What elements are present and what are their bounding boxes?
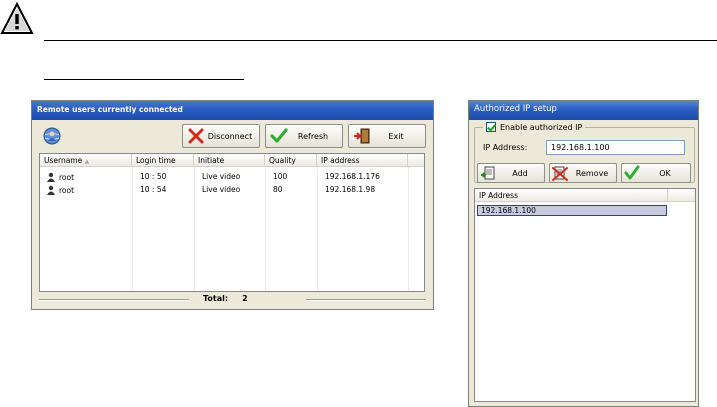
- login-time-cell: 10 : 50: [140, 172, 167, 181]
- remote-users-title: Remote users currently connected: [32, 101, 433, 120]
- exit-button[interactable]: Exit: [348, 124, 426, 148]
- column-login-time[interactable]: Login time: [132, 154, 194, 167]
- ip-address-input[interactable]: 192.168.1.100: [546, 140, 685, 155]
- exit-label: Exit: [388, 131, 404, 141]
- initiate-cell: Live video: [202, 185, 241, 194]
- enable-authorized-ip-label: Enable authorized IP: [500, 122, 583, 132]
- column-username[interactable]: Username ▲: [40, 154, 132, 167]
- table-row[interactable]: root 10 : 50 Live video 100 192.168.1.17…: [40, 171, 424, 183]
- checkbox-checked-icon: [486, 122, 496, 132]
- remove-button[interactable]: Remove: [549, 163, 617, 183]
- ip-address-label: IP Address:: [483, 143, 528, 152]
- enable-authorized-ip-checkbox[interactable]: Enable authorized IP: [483, 122, 586, 132]
- column-initiate[interactable]: Initiate: [194, 154, 265, 167]
- authorized-ip-list[interactable]: IP Address 192.168.1.100: [474, 188, 696, 402]
- remote-users-window: Remote users currently connected Disconn…: [31, 100, 434, 310]
- add-button[interactable]: Add: [477, 163, 545, 183]
- add-icon: [481, 166, 495, 180]
- ip-address-cell: 192.168.1.176: [325, 172, 380, 181]
- refresh-button[interactable]: Refresh: [265, 124, 343, 148]
- authorized-ip-window: Authorized IP setup Enable authorized IP…: [468, 100, 699, 407]
- ok-check-icon: [624, 165, 640, 180]
- authorized-ip-title: Authorized IP setup: [469, 101, 698, 120]
- ip-list-header: IP Address: [475, 189, 695, 202]
- remote-users-toolbar: Disconnect Refresh Exit: [36, 122, 429, 152]
- username-cell: root: [42, 184, 78, 196]
- quality-cell: 80: [273, 185, 283, 194]
- remove-icon: [552, 166, 568, 181]
- column-quality[interactable]: Quality: [265, 154, 317, 167]
- initiate-cell: Live video: [202, 172, 241, 181]
- username-cell: root: [42, 171, 78, 183]
- ok-button[interactable]: OK: [621, 163, 691, 183]
- ok-label: OK: [659, 168, 671, 178]
- document-underline: [44, 79, 244, 80]
- list-item[interactable]: 192.168.1.100: [477, 205, 667, 216]
- disconnect-x-icon: [188, 128, 204, 144]
- status-bar: Total: 2: [39, 293, 426, 305]
- refresh-label: Refresh: [297, 131, 329, 141]
- warning-icon: [0, 2, 34, 34]
- ip-address-cell: 192.168.1.98: [325, 185, 376, 194]
- column-ip-address[interactable]: IP address: [317, 154, 408, 167]
- total-value: 2: [242, 294, 248, 303]
- quality-cell: 100: [273, 172, 288, 181]
- column-ip-address[interactable]: IP Address: [475, 189, 668, 202]
- document-rule: [44, 40, 717, 41]
- add-label: Add: [512, 168, 528, 178]
- login-time-cell: 10 : 54: [140, 185, 167, 194]
- disconnect-label: Disconnect: [207, 131, 253, 141]
- remove-label: Remove: [575, 168, 609, 178]
- total-count: Total: 2: [203, 294, 262, 303]
- globe-user-icon: [43, 127, 61, 145]
- status-divider: [306, 299, 426, 301]
- refresh-check-icon: [270, 128, 288, 143]
- user-icon: [47, 185, 55, 195]
- connected-users-table[interactable]: Username ▲ Login time Initiate Quality I…: [39, 153, 425, 292]
- sort-ascending-icon: ▲: [84, 158, 90, 165]
- disconnect-button[interactable]: Disconnect: [182, 124, 260, 148]
- table-row[interactable]: root 10 : 54 Live video 80 192.168.1.98: [40, 184, 424, 196]
- user-icon: [47, 172, 55, 182]
- status-divider: [39, 299, 189, 301]
- table-header: Username ▲ Login time Initiate Quality I…: [40, 154, 424, 167]
- total-label: Total:: [203, 294, 229, 303]
- exit-door-icon: [354, 128, 370, 144]
